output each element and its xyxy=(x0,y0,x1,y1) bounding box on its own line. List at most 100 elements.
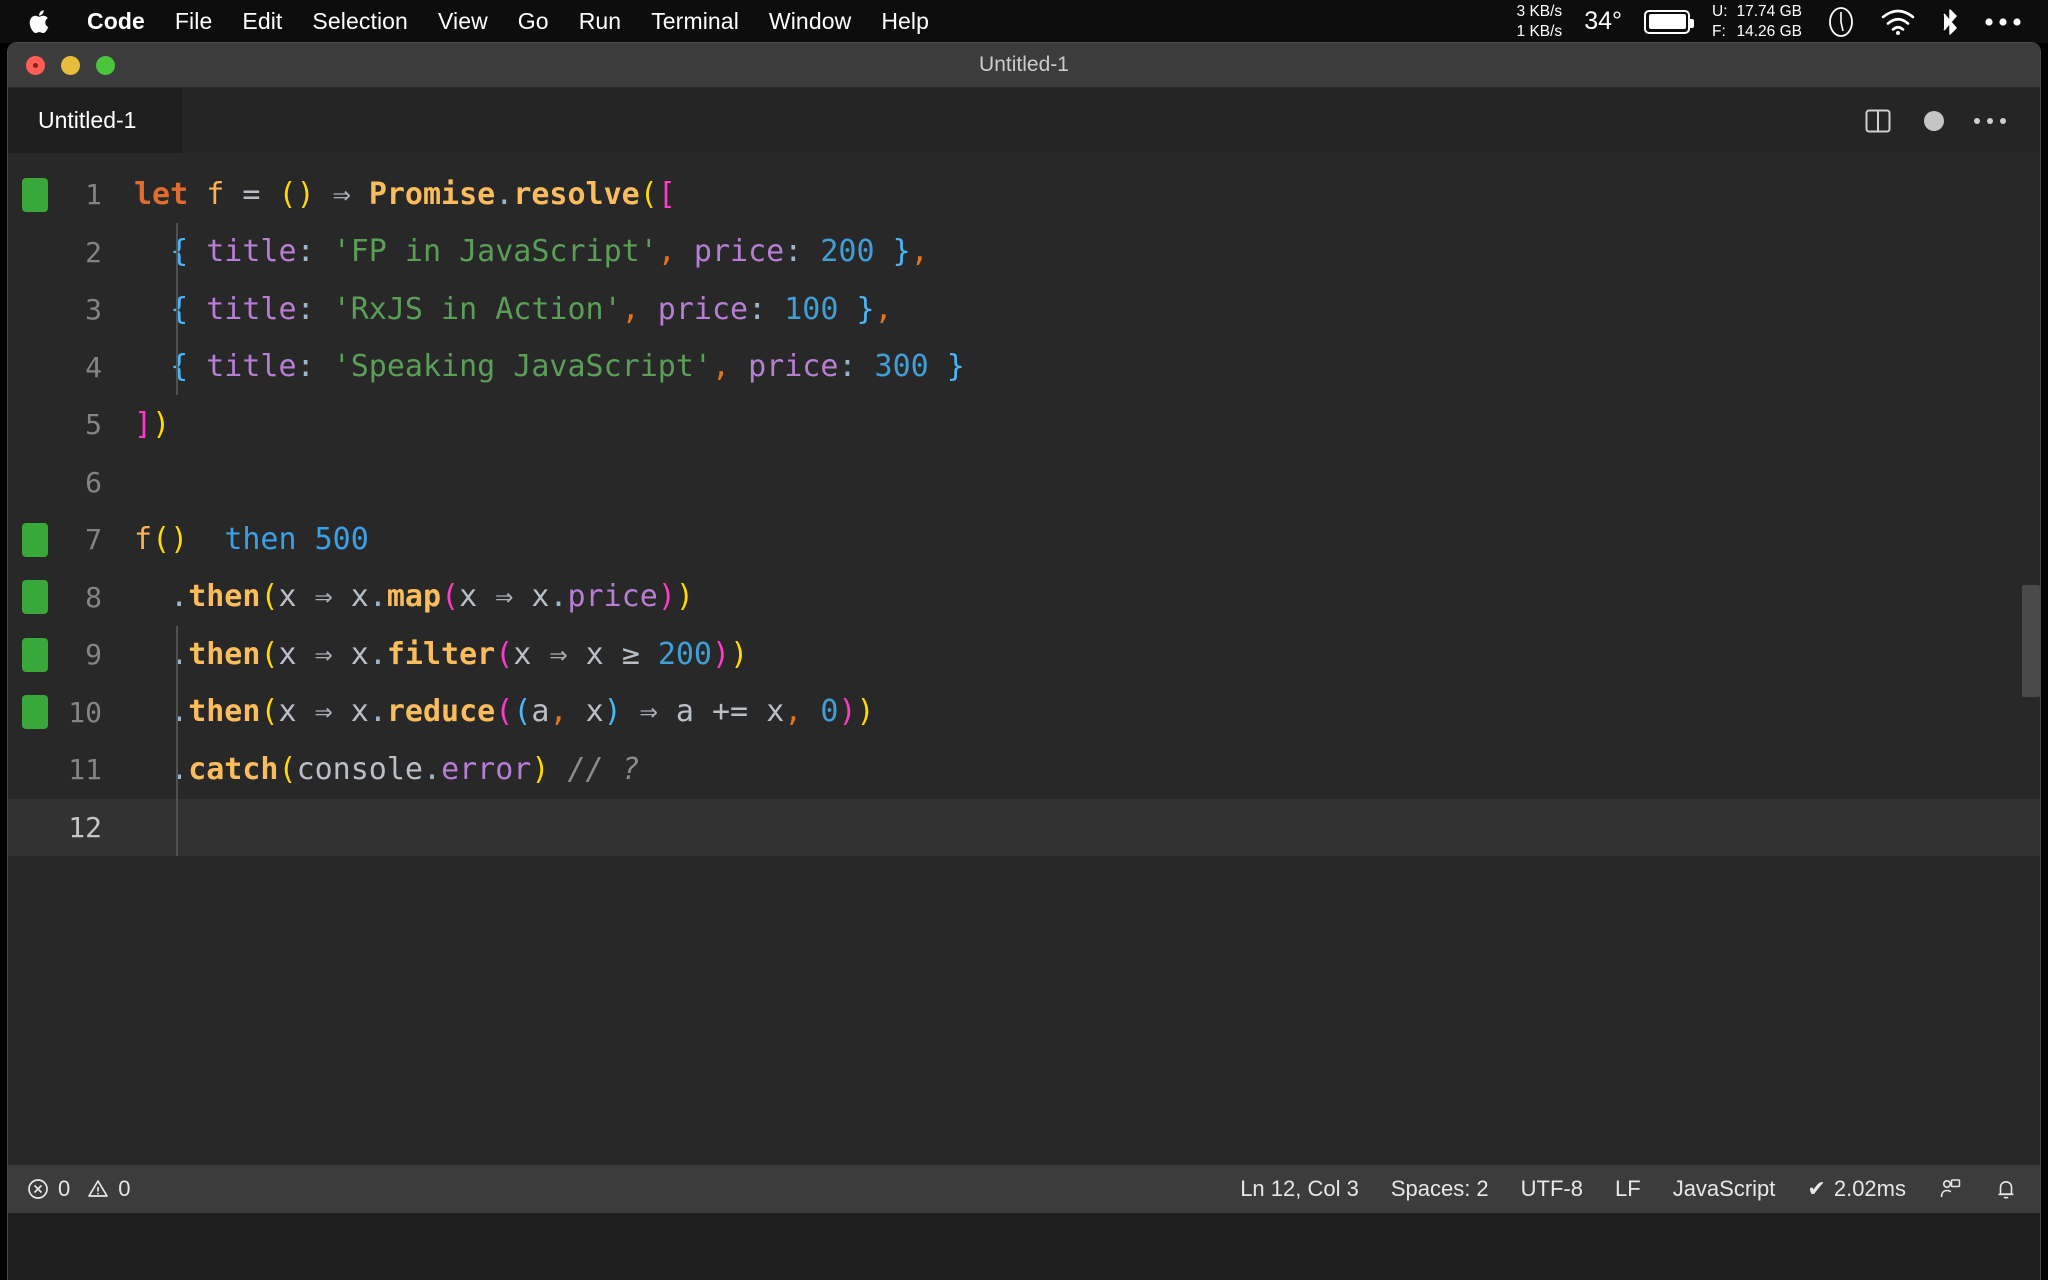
runtime-indicator[interactable]: ✔ 2.02ms xyxy=(1791,1176,1922,1202)
maximize-button[interactable] xyxy=(96,55,115,75)
battery-icon[interactable] xyxy=(1644,9,1694,34)
token-rparen: ) xyxy=(730,636,749,672)
problems-indicator[interactable]: 0 0 xyxy=(26,1176,147,1202)
tab-untitled-1[interactable]: Untitled-1 xyxy=(8,88,183,153)
token-colon: : xyxy=(296,349,315,385)
token-filter: filter xyxy=(386,636,496,672)
token-number: 0 xyxy=(820,694,839,730)
eol-setting[interactable]: LF xyxy=(1599,1176,1657,1202)
token-lbrace: { xyxy=(170,291,189,327)
token-colon: : xyxy=(748,291,767,327)
git-change-marker xyxy=(22,177,48,212)
line-content: .catch(console.error) // ? xyxy=(134,751,640,787)
token-param-a: a xyxy=(531,694,550,730)
code-line[interactable]: 7 f() then 500 xyxy=(8,511,2040,569)
menu-item-help[interactable]: Help xyxy=(866,0,944,43)
menu-item-file[interactable]: File xyxy=(160,0,227,43)
memory-used-label: U: xyxy=(1712,2,1728,20)
clock-icon[interactable] xyxy=(1824,5,1858,39)
code-line[interactable]: 6 xyxy=(8,454,2040,512)
token-dot: . xyxy=(368,694,387,730)
menu-item-run[interactable]: Run xyxy=(564,0,637,43)
cursor-position[interactable]: Ln 12, Col 3 xyxy=(1224,1176,1375,1202)
menu-item-go[interactable]: Go xyxy=(503,0,564,43)
token-lparen: ( xyxy=(495,694,514,730)
code-editor[interactable]: 1 let f = () ⇒ Promise.resolve([ 2 { tit… xyxy=(8,153,2040,1165)
code-line[interactable]: 3 { title: 'RxJS in Action', price: 100 … xyxy=(8,281,2040,339)
code-line[interactable]: 1 let f = () ⇒ Promise.resolve([ xyxy=(8,166,2040,224)
unsaved-dot-icon[interactable] xyxy=(1906,93,1962,149)
token-dot: . xyxy=(368,636,387,672)
git-change-marker xyxy=(22,522,48,557)
encoding-setting[interactable]: UTF-8 xyxy=(1505,1176,1599,1202)
battery-fill xyxy=(1648,14,1686,29)
menu-item-view[interactable]: View xyxy=(423,0,503,43)
network-speed-indicator[interactable]: 3 KB/s 1 KB/s xyxy=(1517,2,1563,42)
line-content: .then(x ⇒ x.map(x ⇒ x.price)) xyxy=(134,582,694,612)
line-number: 5 xyxy=(85,408,102,442)
token-dot: . xyxy=(170,694,189,730)
network-upload-speed: 3 KB/s xyxy=(1516,2,1563,20)
more-actions-icon[interactable] xyxy=(1962,93,2018,149)
token-then: then xyxy=(188,579,261,615)
cpu-temperature[interactable]: 34° xyxy=(1584,7,1622,36)
token-param-x: x xyxy=(513,636,532,672)
menu-item-window[interactable]: Window xyxy=(754,0,866,43)
token-dot: . xyxy=(170,579,189,615)
line-number: 11 xyxy=(68,753,102,787)
language-mode[interactable]: JavaScript xyxy=(1657,1176,1792,1202)
line-content: { title: 'FP in JavaScript', price: 200 … xyxy=(134,237,929,267)
check-icon: ✔ xyxy=(1807,1176,1826,1201)
minimize-button[interactable] xyxy=(61,55,80,75)
token-paren-open: ( xyxy=(278,176,297,212)
indent-guide xyxy=(176,223,178,395)
line-number: 4 xyxy=(85,350,102,384)
token-string: 'RxJS in Action' xyxy=(332,291,622,327)
code-line[interactable]: 5 ]) xyxy=(8,396,2040,454)
apple-logo-icon[interactable] xyxy=(28,7,54,37)
token-reduce: reduce xyxy=(386,694,496,730)
code-line-current[interactable]: 12 xyxy=(8,798,2040,856)
token-rparen: ) xyxy=(657,579,676,615)
token-colon: : xyxy=(296,291,315,327)
token-lparen: ( xyxy=(152,521,171,557)
code-line[interactable]: 8 .then(x ⇒ x.map(x ⇒ x.price)) xyxy=(8,569,2040,627)
token-rparen: ) xyxy=(531,751,550,787)
indentation-setting[interactable]: Spaces: 2 xyxy=(1375,1176,1505,1202)
token-comma: , xyxy=(910,234,929,270)
code-line[interactable]: 4 { title: 'Speaking JavaScript', price:… xyxy=(8,339,2040,397)
token-var-x: x xyxy=(350,636,369,672)
close-button[interactable] xyxy=(26,55,45,75)
token-gte: ≥ xyxy=(621,636,640,672)
split-editor-icon[interactable] xyxy=(1850,93,1906,149)
code-line[interactable]: 10 .then(x ⇒ x.reduce((a, x) ⇒ a += x, 0… xyxy=(8,684,2040,742)
bluetooth-icon[interactable] xyxy=(1938,6,1962,38)
token-number: 200 xyxy=(657,636,712,672)
notifications-bell-icon[interactable] xyxy=(1978,1177,2018,1201)
memory-indicator[interactable]: U: F: 17.74 GB 14.26 GB xyxy=(1712,2,1802,42)
token-dot: . xyxy=(368,579,387,615)
runtime-duration: 2.02ms xyxy=(1833,1176,1906,1201)
menu-item-terminal[interactable]: Terminal xyxy=(636,0,754,43)
token-dot: . xyxy=(549,579,568,615)
editor-scrollbar-slider[interactable] xyxy=(2022,585,2040,697)
code-line[interactable]: 9 .then(x ⇒ x.filter(x ⇒ x ≥ 200)) xyxy=(8,626,2040,684)
code-line[interactable]: 11 .catch(console.error) // ? xyxy=(8,741,2040,799)
git-change-marker xyxy=(22,695,48,730)
token-lbrace: { xyxy=(170,234,189,270)
menu-item-code[interactable]: Code xyxy=(72,0,160,43)
menu-item-selection[interactable]: Selection xyxy=(297,0,423,43)
menu-item-edit[interactable]: Edit xyxy=(227,0,297,43)
code-line[interactable]: 2 { title: 'FP in JavaScript', price: 20… xyxy=(8,224,2040,282)
wifi-icon[interactable] xyxy=(1880,8,1916,36)
inline-result-hint: then 500 xyxy=(224,521,369,557)
control-center-icon[interactable] xyxy=(1984,16,2022,28)
token-catch: catch xyxy=(188,751,279,787)
token-rparen: ) xyxy=(152,406,171,442)
token-number: 300 xyxy=(874,349,929,385)
token-dot: . xyxy=(423,751,442,787)
token-colon: : xyxy=(784,234,803,270)
token-number: 200 xyxy=(820,234,875,270)
remote-window-icon[interactable] xyxy=(1922,1177,1978,1201)
token-rbrace: } xyxy=(892,234,911,270)
